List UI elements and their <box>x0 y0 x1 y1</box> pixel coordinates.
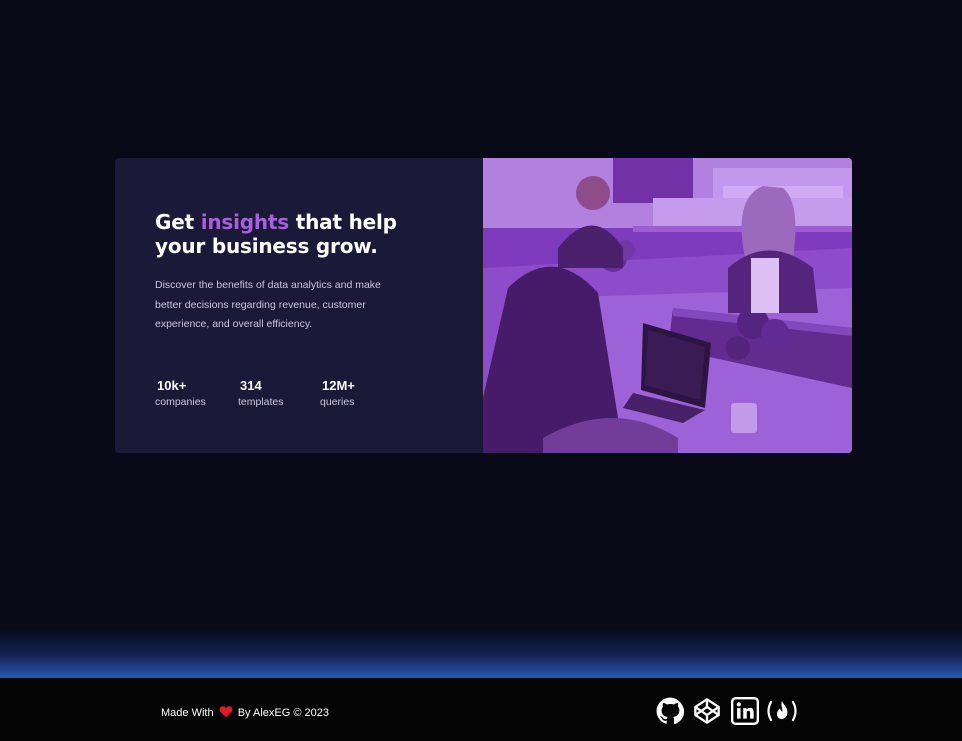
stat-label: queries <box>320 396 355 408</box>
stat-value: 314 <box>240 378 262 393</box>
hero-description: Discover the benefits of data analytics … <box>155 279 381 330</box>
stat-value: 12M+ <box>322 378 355 393</box>
stat-value: 10k+ <box>157 378 187 393</box>
linkedin-icon[interactable] <box>731 697 761 725</box>
hero-photo <box>483 158 852 453</box>
stat-label: companies <box>155 396 206 408</box>
heart-icon <box>219 706 233 718</box>
codepen-icon[interactable] <box>693 697 723 725</box>
footer-glow <box>0 628 962 678</box>
made-with-text: Made With <box>161 707 214 719</box>
stat-queries: 12M+ queries <box>320 378 355 409</box>
stats-row: 10k+ companies 314 templates 12M+ querie… <box>155 378 415 418</box>
hero-card: Get insights that help your business gro… <box>115 158 852 453</box>
headline-accent: insights <box>200 210 289 234</box>
hero-text: Get insights that help your business gro… <box>155 210 415 335</box>
github-icon[interactable] <box>656 697 686 725</box>
footer-credit: Made With By AlexEG © 2023 <box>161 705 329 720</box>
headline-start: Get <box>155 210 201 234</box>
footer: Made With By AlexEG © 2023 <box>0 678 962 741</box>
office-photo-illustration <box>483 158 852 453</box>
stat-companies: 10k+ companies <box>155 378 206 409</box>
author-text: By AlexEG © 2023 <box>237 707 329 719</box>
stat-label: templates <box>238 396 284 408</box>
hero-headline: Get insights that help your business gro… <box>155 210 415 258</box>
stat-templates: 314 templates <box>238 378 284 409</box>
freecodecamp-icon[interactable] <box>765 697 799 725</box>
